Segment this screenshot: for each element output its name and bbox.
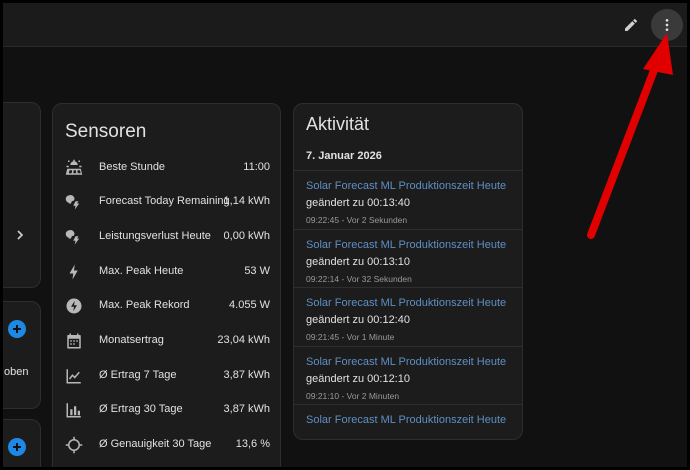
sensor-label: Max. Peak Heute <box>99 265 184 277</box>
sensor-label: Beste Stunde <box>99 161 166 173</box>
chart-line-icon <box>66 369 81 384</box>
sensor-row[interactable]: Leistungsverlust Heute 0,00 kWh <box>53 220 280 254</box>
sensor-value: 53 W <box>244 265 270 277</box>
plus-circle-icon[interactable] <box>8 438 26 456</box>
entity-link[interactable]: Solar Forecast ML Produktionszeit Heute <box>306 356 506 368</box>
entry-time: 09:22:45 - Vor 2 Sekunden <box>306 215 408 225</box>
sensor-row[interactable]: Max. Peak Rekord 4.055 W <box>53 289 280 323</box>
calendar-icon <box>67 333 81 349</box>
sensor-label: Leistungsverlust Heute <box>99 230 211 242</box>
activity-entry: Solar Forecast ML Produktionszeit Heute … <box>294 287 522 345</box>
left-partial-card-3 <box>3 419 41 467</box>
sensor-label: Ø Ertrag 7 Tage <box>99 369 177 381</box>
top-toolbar <box>3 3 687 47</box>
entity-link[interactable]: Solar Forecast ML Produktionszeit Heute <box>306 297 506 309</box>
sensor-value: 1,14 kWh <box>223 195 270 207</box>
entity-link[interactable]: Solar Forecast ML Produktionszeit Heute <box>306 239 506 251</box>
sensor-row[interactable]: Ø Ertrag 7 Tage 3,87 kWh <box>53 359 280 393</box>
sensor-value: 13,6 % <box>235 438 270 450</box>
activity-entry: Solar Forecast ML Produktionszeit Heute … <box>294 346 522 404</box>
sensor-row[interactable]: Beste Stunde 11:00 <box>53 151 280 185</box>
entity-link[interactable]: Solar Forecast ML Produktionszeit Heute <box>306 180 506 192</box>
sensor-label: Ø Ertrag 30 Tage <box>99 403 183 415</box>
weather-partly-lightning-icon <box>65 195 80 210</box>
sensor-value: 3,87 kWh <box>223 403 270 415</box>
sensor-row[interactable]: Ø Ertrag 30 Tage 3,87 kWh <box>53 393 280 427</box>
sensor-label: Max. Peak Rekord <box>99 299 190 311</box>
app-frame: oben Sensoren Beste Stunde 11:00 Forecas… <box>0 0 690 470</box>
sensor-value: 0,00 kWh <box>223 230 270 242</box>
activity-title: Aktivität <box>306 114 370 134</box>
overflow-menu-button[interactable] <box>651 9 683 41</box>
entry-change: geändert zu 00:13:10 <box>306 256 410 268</box>
entry-time: 09:22:14 - Vor 32 Sekunden <box>306 274 412 284</box>
sensors-card: Sensoren Beste Stunde 11:00 Forecast Tod… <box>52 103 281 467</box>
flash-circle-icon <box>66 298 82 314</box>
sensor-value: 4.055 W <box>229 299 270 311</box>
chevron-right-icon[interactable] <box>12 227 28 243</box>
sensors-title: Sensoren <box>65 121 147 142</box>
plus-circle-icon[interactable] <box>8 320 26 338</box>
entity-link[interactable]: Solar Forecast ML Produktionszeit Heute <box>306 414 506 426</box>
partial-label: oben <box>4 366 29 378</box>
weather-partly-lightning-icon <box>65 230 80 245</box>
activity-card: Aktivität 7. Januar 2026 Solar Forecast … <box>293 103 523 440</box>
dots-vertical-icon <box>665 19 669 31</box>
flash-icon <box>69 264 78 280</box>
left-partial-card <box>3 102 41 288</box>
pencil-icon <box>625 18 638 31</box>
sensor-label: Ø Genauigkeit 30 Tage <box>99 438 212 450</box>
sensor-row[interactable]: Forecast Today Remaining 1,14 kWh <box>53 185 280 219</box>
entry-change: geändert zu 00:12:40 <box>306 314 410 326</box>
sensor-row[interactable]: Monatsertrag 23,04 kWh <box>53 324 280 358</box>
entry-time: 09:21:45 - Vor 1 Minute <box>306 332 395 342</box>
crosshairs-icon <box>65 436 83 454</box>
entry-change: geändert zu 00:12:10 <box>306 373 410 385</box>
activity-date: 7. Januar 2026 <box>306 150 382 162</box>
sensor-value: 11:00 <box>243 161 270 173</box>
left-partial-card-2: oben <box>3 301 41 409</box>
edit-button[interactable] <box>619 13 643 37</box>
sensor-row[interactable]: Ø Genauigkeit 30 Tage 13,6 % <box>53 428 280 462</box>
activity-entry: Solar Forecast ML Produktionszeit Heute … <box>294 170 522 228</box>
solar-panel-icon <box>65 159 83 175</box>
sensor-label: Forecast Today Remaining <box>99 195 230 207</box>
entry-time: 09:21:10 - Vor 2 Minuten <box>306 391 400 401</box>
sensor-row[interactable]: Max. Peak Heute 53 W <box>53 255 280 289</box>
sensor-label: Monatsertrag <box>99 334 164 346</box>
entry-change: geändert zu 00:13:40 <box>306 197 410 209</box>
sensor-value: 23,04 kWh <box>217 334 270 346</box>
activity-entry: Solar Forecast ML Produktionszeit Heute <box>294 404 522 439</box>
sensor-value: 3,87 kWh <box>223 369 270 381</box>
activity-entry: Solar Forecast ML Produktionszeit Heute … <box>294 229 522 287</box>
chart-bar-icon <box>66 403 81 418</box>
